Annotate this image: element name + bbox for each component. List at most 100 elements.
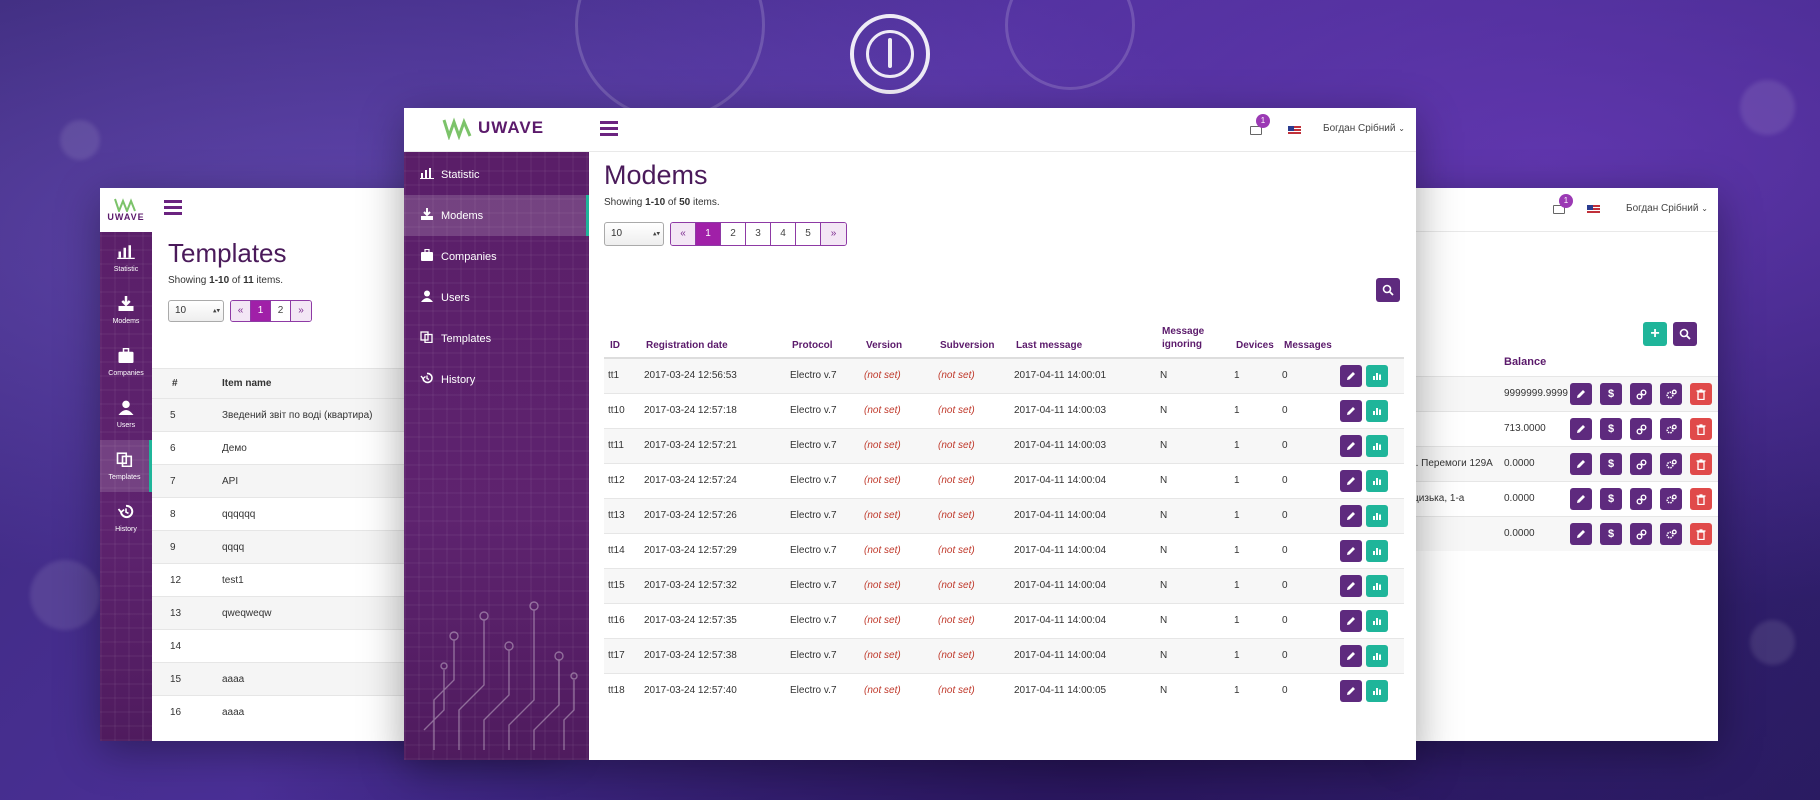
statistics-button[interactable] <box>1366 469 1388 492</box>
add-company-button[interactable]: + <box>1643 322 1667 346</box>
link-button[interactable] <box>1630 453 1652 475</box>
sidebar-item-companies[interactable]: Companies <box>404 236 589 277</box>
edit-button[interactable] <box>1340 644 1362 667</box>
link-button[interactable] <box>1630 418 1652 440</box>
user-menu[interactable]: Богдан Срібний ⌄ <box>1626 203 1708 214</box>
search-button[interactable] <box>1376 278 1400 302</box>
column-header-devices[interactable]: Devices <box>1232 308 1280 359</box>
statistics-button[interactable] <box>1366 644 1388 667</box>
link-button[interactable] <box>1630 488 1652 510</box>
pagination-page-1[interactable]: 1 <box>696 223 721 245</box>
table-row[interactable]: tt11 2017-03-24 12:57:21 Electro v.7 (not s… <box>604 427 1404 463</box>
statistics-button[interactable] <box>1366 434 1388 457</box>
page-size-select[interactable]: 10 <box>604 222 664 246</box>
pagination-page-5[interactable]: 5 <box>796 223 821 245</box>
settings-button[interactable] <box>1660 453 1682 475</box>
balance-button[interactable]: $ <box>1600 453 1622 475</box>
table-row[interactable]: ул. Перемоги 129А 0.0000 $ <box>1405 446 1718 481</box>
table-row[interactable]: ліцизька, 1-а 0.0000 $ <box>1405 481 1718 516</box>
edit-button[interactable] <box>1340 504 1362 527</box>
table-row[interactable]: 0.0000 $ <box>1405 516 1718 551</box>
edit-button[interactable] <box>1340 539 1362 562</box>
column-header-last-message[interactable]: Last message <box>1012 308 1158 359</box>
sidebar-item-modems[interactable]: Modems <box>404 195 589 236</box>
column-header-messages[interactable]: Messages <box>1280 308 1340 359</box>
pagination-prev[interactable]: « <box>231 301 251 321</box>
us-flag-icon[interactable] <box>1587 205 1600 214</box>
balance-button[interactable]: $ <box>1600 383 1622 405</box>
statistics-button[interactable] <box>1366 399 1388 422</box>
sidebar-item-users[interactable]: Users <box>404 277 589 318</box>
sidebar-item-statistic[interactable]: Statistic <box>100 232 152 284</box>
us-flag-icon[interactable] <box>1288 126 1301 135</box>
column-header-id[interactable]: ID <box>604 308 642 359</box>
statistics-button[interactable] <box>1366 679 1388 702</box>
column-header-version[interactable]: Version <box>862 308 936 359</box>
settings-button[interactable] <box>1660 488 1682 510</box>
statistics-button[interactable] <box>1366 364 1388 387</box>
table-row[interactable]: tt10 2017-03-24 12:57:18 Electro v.7 (not s… <box>604 392 1404 428</box>
edit-button[interactable] <box>1340 574 1362 597</box>
link-button[interactable] <box>1630 523 1652 545</box>
statistics-button[interactable] <box>1366 504 1388 527</box>
balance-button[interactable]: $ <box>1600 523 1622 545</box>
pagination-page-2[interactable]: 2 <box>721 223 746 245</box>
sidebar-item-templates[interactable]: Templates <box>404 318 589 359</box>
delete-button[interactable] <box>1690 523 1712 545</box>
pagination-next[interactable]: » <box>291 301 311 321</box>
edit-button[interactable] <box>1340 679 1362 702</box>
pagination-prev[interactable]: « <box>671 223 696 245</box>
delete-button[interactable] <box>1690 418 1712 440</box>
sidebar-item-templates[interactable]: Templates <box>100 440 152 492</box>
delete-button[interactable] <box>1690 453 1712 475</box>
table-row[interactable]: tt17 2017-03-24 12:57:38 Electro v.7 (not s… <box>604 637 1404 673</box>
column-header-subversion[interactable]: Subversion <box>936 308 1012 359</box>
table-row[interactable]: tt15 2017-03-24 12:57:32 Electro v.7 (not s… <box>604 567 1404 603</box>
user-menu[interactable]: Богдан Срібний ⌄ <box>1323 123 1405 134</box>
edit-button[interactable] <box>1570 418 1592 440</box>
hamburger-menu-icon[interactable] <box>600 121 618 136</box>
column-header-balance[interactable]: Balance <box>1504 356 1546 368</box>
edit-button[interactable] <box>1340 399 1362 422</box>
column-header-message-ignoring[interactable]: Message ignoring <box>1158 308 1232 359</box>
balance-button[interactable]: $ <box>1600 418 1622 440</box>
table-row[interactable]: tt18 2017-03-24 12:57:40 Electro v.7 (not s… <box>604 672 1404 708</box>
settings-button[interactable] <box>1660 418 1682 440</box>
delete-button[interactable] <box>1690 488 1712 510</box>
table-row[interactable]: tt13 2017-03-24 12:57:26 Electro v.7 (not s… <box>604 497 1404 533</box>
table-row[interactable]: tt14 2017-03-24 12:57:29 Electro v.7 (not s… <box>604 532 1404 568</box>
pagination-page-2[interactable]: 2 <box>271 301 291 321</box>
table-row[interactable]: tt16 2017-03-24 12:57:35 Electro v.7 (not s… <box>604 602 1404 638</box>
settings-button[interactable] <box>1660 523 1682 545</box>
edit-button[interactable] <box>1340 434 1362 457</box>
table-row[interactable]: tt12 2017-03-24 12:57:24 Electro v.7 (not s… <box>604 462 1404 498</box>
edit-button[interactable] <box>1570 383 1592 405</box>
statistics-button[interactable] <box>1366 609 1388 632</box>
table-row[interactable]: 9999999.9999 $ <box>1405 376 1718 411</box>
delete-button[interactable] <box>1690 383 1712 405</box>
column-header-number[interactable]: # <box>152 368 222 399</box>
column-header-registration-date[interactable]: Registration date <box>642 308 788 359</box>
balance-button[interactable]: $ <box>1600 488 1622 510</box>
search-button[interactable] <box>1673 322 1697 346</box>
page-size-select[interactable]: 10 <box>168 300 224 322</box>
edit-button[interactable] <box>1570 523 1592 545</box>
edit-button[interactable] <box>1570 488 1592 510</box>
sidebar-item-statistic[interactable]: Statistic <box>404 154 589 195</box>
table-row[interactable]: 713.0000 $ <box>1405 411 1718 446</box>
sidebar-item-modems[interactable]: Modems <box>100 284 152 336</box>
edit-button[interactable] <box>1570 453 1592 475</box>
pagination-page-3[interactable]: 3 <box>746 223 771 245</box>
sidebar-item-history[interactable]: History <box>404 359 589 400</box>
sidebar-item-history[interactable]: History <box>100 492 152 544</box>
edit-button[interactable] <box>1340 469 1362 492</box>
statistics-button[interactable] <box>1366 574 1388 597</box>
hamburger-menu-icon[interactable] <box>164 200 182 215</box>
pagination-page-1[interactable]: 1 <box>251 301 271 321</box>
sidebar-item-companies[interactable]: Companies <box>100 336 152 388</box>
link-button[interactable] <box>1630 383 1652 405</box>
pagination-page-4[interactable]: 4 <box>771 223 796 245</box>
sidebar-item-users[interactable]: Users <box>100 388 152 440</box>
edit-button[interactable] <box>1340 609 1362 632</box>
edit-button[interactable] <box>1340 364 1362 387</box>
